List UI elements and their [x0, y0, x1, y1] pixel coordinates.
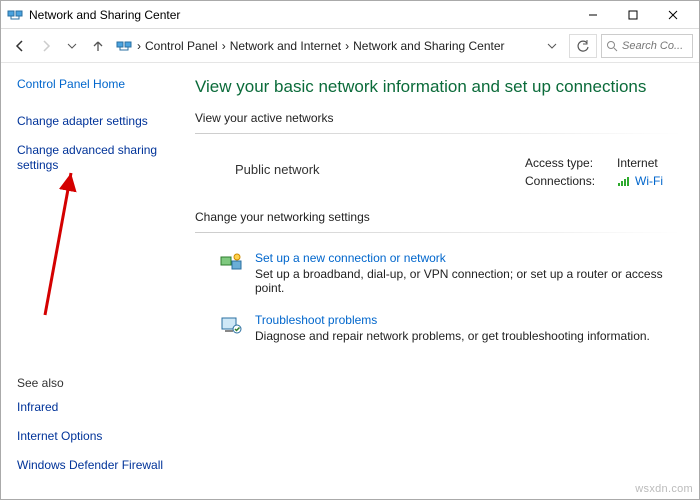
divider: [195, 133, 681, 134]
setup-connection-icon: [219, 251, 243, 275]
close-button[interactable]: [653, 1, 693, 29]
network-center-icon: [7, 7, 23, 23]
network-name: Public network: [235, 156, 320, 177]
breadcrumb[interactable]: › Control Panel › Network and Internet ›…: [111, 34, 539, 58]
sidebar-change-advanced-sharing-settings[interactable]: Change advanced sharing settings: [17, 143, 183, 173]
nav-bar: › Control Panel › Network and Internet ›…: [1, 29, 699, 63]
setup-connection-link[interactable]: Set up a new connection or network: [255, 251, 673, 265]
window-title: Network and Sharing Center: [29, 8, 573, 22]
troubleshoot-desc: Diagnose and repair network problems, or…: [255, 329, 650, 343]
troubleshoot-link[interactable]: Troubleshoot problems: [255, 313, 650, 327]
chevron-right-icon[interactable]: ›: [345, 39, 349, 53]
sidebar: Control Panel Home Change adapter settin…: [1, 63, 195, 499]
connection-name: Wi-Fi: [635, 174, 663, 188]
history-dropdown[interactable]: [539, 32, 565, 60]
back-button[interactable]: [7, 32, 33, 60]
see-also-section: See also Infrared Internet Options Windo…: [17, 376, 177, 487]
divider: [195, 232, 681, 233]
forward-button[interactable]: [33, 32, 59, 60]
up-button[interactable]: [85, 32, 111, 60]
breadcrumb-item[interactable]: Control Panel: [145, 39, 218, 53]
breadcrumb-item[interactable]: Network and Internet: [230, 39, 341, 53]
page-heading: View your basic network information and …: [195, 77, 681, 97]
settings-item-troubleshoot: Troubleshoot problems Diagnose and repai…: [219, 313, 673, 343]
connections-label: Connections:: [525, 174, 617, 188]
main-panel: View your basic network information and …: [195, 63, 699, 499]
settings-list: Set up a new connection or network Set u…: [195, 243, 681, 343]
access-type-value: Internet: [617, 156, 658, 170]
search-input[interactable]: Search Co...: [601, 34, 693, 58]
sidebar-change-adapter-settings[interactable]: Change adapter settings: [17, 114, 183, 129]
network-center-icon: [115, 37, 133, 55]
minimize-button[interactable]: [573, 1, 613, 29]
change-settings-heading: Change your networking settings: [195, 210, 681, 224]
chevron-right-icon[interactable]: ›: [222, 39, 226, 53]
see-also-heading: See also: [17, 376, 177, 390]
see-also-internet-options[interactable]: Internet Options: [17, 429, 177, 444]
recent-dropdown[interactable]: [59, 32, 85, 60]
search-icon: [606, 40, 618, 52]
refresh-button[interactable]: [569, 34, 597, 58]
search-placeholder: Search Co...: [622, 40, 683, 52]
access-type-label: Access type:: [525, 156, 617, 170]
watermark: wsxdn.com: [635, 483, 693, 495]
troubleshoot-icon: [219, 313, 243, 337]
settings-item-setup-connection: Set up a new connection or network Set u…: [219, 251, 673, 295]
annotation-arrow: [37, 165, 117, 325]
title-bar: Network and Sharing Center: [1, 1, 699, 29]
connection-link[interactable]: Wi-Fi: [617, 174, 663, 188]
see-also-windows-defender-firewall[interactable]: Windows Defender Firewall: [17, 458, 177, 473]
chevron-right-icon[interactable]: ›: [137, 39, 141, 53]
wifi-signal-icon: [617, 175, 631, 187]
active-networks-heading: View your active networks: [195, 111, 681, 125]
connection-info: Access type: Internet Connections: Wi-Fi: [525, 156, 673, 192]
active-network-row: Public network Access type: Internet Con…: [195, 144, 681, 210]
setup-connection-desc: Set up a broadband, dial-up, or VPN conn…: [255, 267, 673, 295]
sidebar-control-panel-home[interactable]: Control Panel Home: [17, 77, 183, 92]
maximize-button[interactable]: [613, 1, 653, 29]
breadcrumb-item[interactable]: Network and Sharing Center: [353, 39, 504, 53]
body: Control Panel Home Change adapter settin…: [1, 63, 699, 499]
see-also-infrared[interactable]: Infrared: [17, 400, 177, 415]
